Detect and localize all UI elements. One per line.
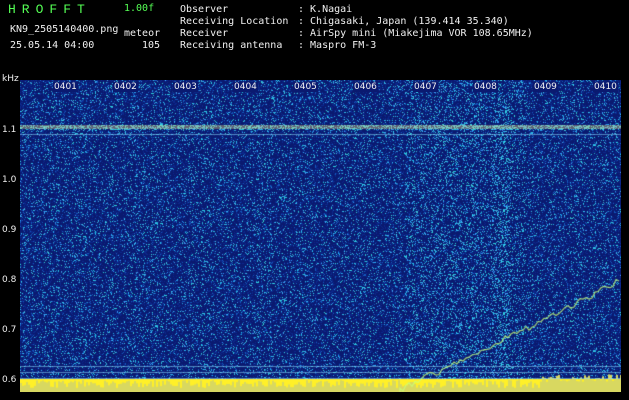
x-tick-0402: 0402 xyxy=(113,82,138,92)
x-tick-0410: 0410 xyxy=(593,82,618,92)
x-tick-0409: 0409 xyxy=(533,82,558,92)
x-tick-0403: 0403 xyxy=(173,82,198,92)
x-tick-0406: 0406 xyxy=(353,82,378,92)
x-tick-0405: 0405 xyxy=(293,82,318,92)
y-tick-0-6: 0.6 xyxy=(2,375,17,385)
file-name: KN9_2505140400.png xyxy=(10,24,119,35)
meteor-count: 105 xyxy=(142,40,161,51)
info-key-location: Receiving Location xyxy=(180,16,289,27)
x-tick-0407: 0407 xyxy=(413,82,438,92)
x-tick-0404: 0404 xyxy=(233,82,258,92)
x-tick-0401: 0401 xyxy=(53,82,78,92)
info-key-receiver: Receiver xyxy=(180,28,229,39)
info-key-observer: Observer xyxy=(180,4,229,15)
y-tick-0-8: 0.8 xyxy=(2,275,17,285)
file-datetime: 25.05.14 04:00 xyxy=(10,40,95,51)
y-tick-1-1: 1.1 xyxy=(2,125,17,135)
y-tick-0-9: 0.9 xyxy=(2,225,17,235)
info-value-antenna: : Maspro FM-3 xyxy=(298,40,377,51)
info-value-receiver: : AirSpy mini (Miakejima VOR 108.65MHz) xyxy=(298,28,533,39)
y-tick-1-0: 1.0 xyxy=(2,175,17,185)
x-tick-0408: 0408 xyxy=(473,82,498,92)
waterfall-spectrogram xyxy=(20,80,621,392)
info-key-antenna: Receiving antenna xyxy=(180,40,283,51)
app-title: HROFFT xyxy=(8,2,91,17)
app-version: 1.00f xyxy=(124,3,155,14)
y-tick-0-7: 0.7 xyxy=(2,325,17,335)
meteor-label: meteor xyxy=(124,28,161,39)
info-value-observer: : K.Nagai xyxy=(298,4,353,15)
info-value-location: : Chigasaki, Japan (139.414 35.340) xyxy=(298,16,509,27)
y-axis-unit: kHz xyxy=(2,74,19,84)
